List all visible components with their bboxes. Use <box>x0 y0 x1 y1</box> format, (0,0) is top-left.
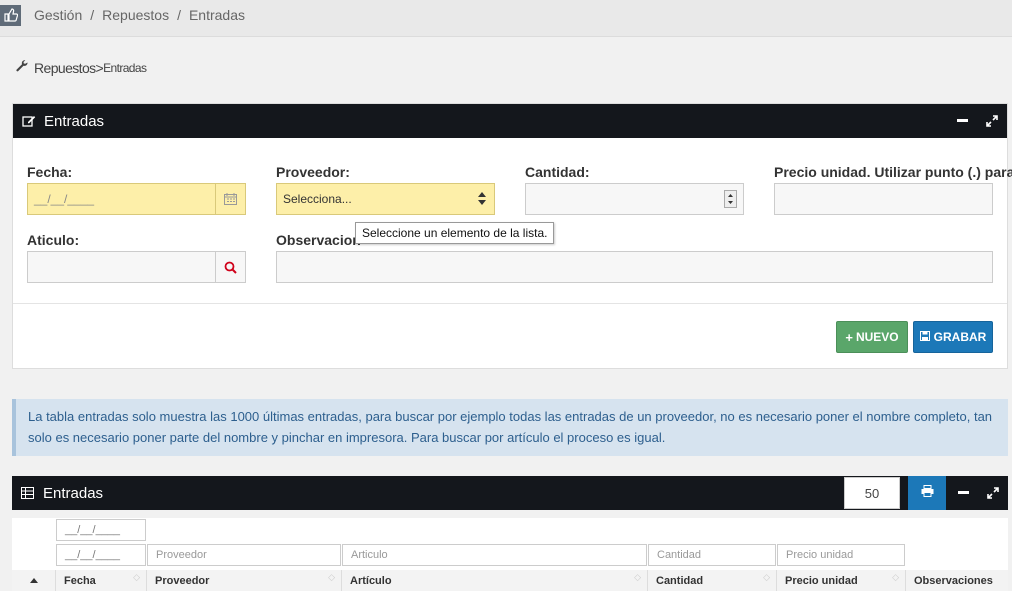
proveedor-select[interactable]: Selecciona... <box>276 183 495 215</box>
chevron-right-icon: > <box>95 59 104 76</box>
column-label: Artículo <box>350 574 392 587</box>
breadcrumb-separator: / <box>90 7 95 23</box>
column-header-fecha[interactable]: Fecha ◇ <box>56 570 147 591</box>
fecha-value: __/__/____ <box>34 192 95 206</box>
form-footer-divider <box>13 303 1007 304</box>
observaciones-field[interactable] <box>276 251 993 283</box>
grabar-label: GRABAR <box>933 330 987 344</box>
calendar-icon[interactable] <box>215 184 245 214</box>
column-header-proveedor[interactable]: Proveedor ◇ <box>147 570 342 591</box>
widget-header: Entradas <box>13 104 1007 138</box>
proveedor-value: Selecciona... <box>283 192 352 206</box>
column-header-observaciones[interactable]: Observaciones <box>906 570 1008 591</box>
column-label: Observaciones <box>914 574 993 587</box>
select-arrows-icon <box>478 192 486 208</box>
column-label: Precio unidad <box>785 574 858 587</box>
column-header-articulo[interactable]: Artículo ◇ <box>342 570 648 591</box>
breadcrumb: Gestión / Repuestos / Entradas <box>34 7 245 23</box>
page-title-sub: Entradas <box>103 60 147 75</box>
breadcrumb-separator: / <box>177 7 181 23</box>
fecha-field[interactable]: __/__/____ <box>27 183 246 215</box>
expand-icon[interactable] <box>977 104 1007 138</box>
sort-icon: ◇ <box>328 572 335 582</box>
sort-icon: ◇ <box>133 572 140 582</box>
top-breadcrumb-bar: Gestión / Repuestos / Entradas <box>0 0 1012 37</box>
sort-icon: ◇ <box>634 572 641 582</box>
print-button[interactable] <box>908 476 946 510</box>
proveedor-label: Proveedor: <box>276 164 350 180</box>
column-label: Fecha <box>64 574 96 587</box>
minimize-icon[interactable] <box>947 104 977 138</box>
column-label: Cantidad <box>656 574 704 587</box>
nuevo-label: NUEVO <box>855 330 899 344</box>
wrench-icon <box>15 59 29 76</box>
grabar-button[interactable]: GRABAR <box>913 321 993 353</box>
column-label: Proveedor <box>155 574 210 587</box>
table-widget-title: Entradas <box>43 484 104 502</box>
breadcrumb-entradas: Entradas <box>188 7 246 23</box>
print-icon <box>921 484 934 502</box>
column-header-precio[interactable]: Precio unidad ◇ <box>777 570 906 591</box>
save-icon <box>919 330 930 344</box>
sort-asc-icon <box>29 578 38 583</box>
precio-filter[interactable]: Precio unidad <box>777 544 905 566</box>
articulo-field[interactable] <box>27 251 246 283</box>
column-header-cantidad[interactable]: Cantidad ◇ <box>648 570 777 591</box>
precio-field[interactable] <box>774 183 993 215</box>
number-spinner-icon[interactable] <box>724 190 737 208</box>
articulo-filter[interactable]: Articulo <box>342 544 647 566</box>
nuevo-button[interactable]: + NUEVO <box>836 321 908 353</box>
info-alert: La tabla entradas solo muestra las 1000 … <box>12 399 1008 456</box>
cantidad-filter[interactable]: Cantidad <box>648 544 776 566</box>
breadcrumb-gestion[interactable]: Gestión <box>34 7 82 23</box>
minimize-icon[interactable] <box>948 476 978 510</box>
edit-icon <box>22 114 36 128</box>
page-title-main: Repuestos <box>34 59 96 76</box>
page-title: Repuestos > Entradas <box>15 59 147 76</box>
observaciones-label: Observacion <box>276 232 361 248</box>
column-header-sort[interactable] <box>12 570 56 591</box>
search-icon[interactable] <box>215 252 245 282</box>
cantidad-label: Cantidad: <box>525 164 590 180</box>
precio-label: Precio unidad. Utilizar punto (.) para d <box>774 164 1012 180</box>
sort-icon: ◇ <box>892 572 899 582</box>
cantidad-field[interactable] <box>525 183 744 215</box>
table-icon <box>21 486 35 500</box>
validation-tooltip: Seleccione un elemento de la lista. <box>355 222 555 244</box>
fecha-label: Fecha: <box>27 164 73 180</box>
page-size-input[interactable]: 50 <box>844 477 900 509</box>
fecha-from-filter[interactable]: __/__/____ <box>56 519 146 541</box>
plus-icon: + <box>845 329 853 345</box>
breadcrumb-repuestos[interactable]: Repuestos <box>102 7 169 23</box>
expand-icon[interactable] <box>978 476 1008 510</box>
widget-title: Entradas <box>44 112 105 130</box>
articulo-label: Aticulo: <box>27 232 80 248</box>
fecha-to-filter[interactable]: __/__/____ <box>56 544 146 566</box>
proveedor-filter[interactable]: Proveedor <box>147 544 341 566</box>
sort-icon: ◇ <box>763 572 770 582</box>
thumbs-up-icon[interactable] <box>0 4 21 26</box>
